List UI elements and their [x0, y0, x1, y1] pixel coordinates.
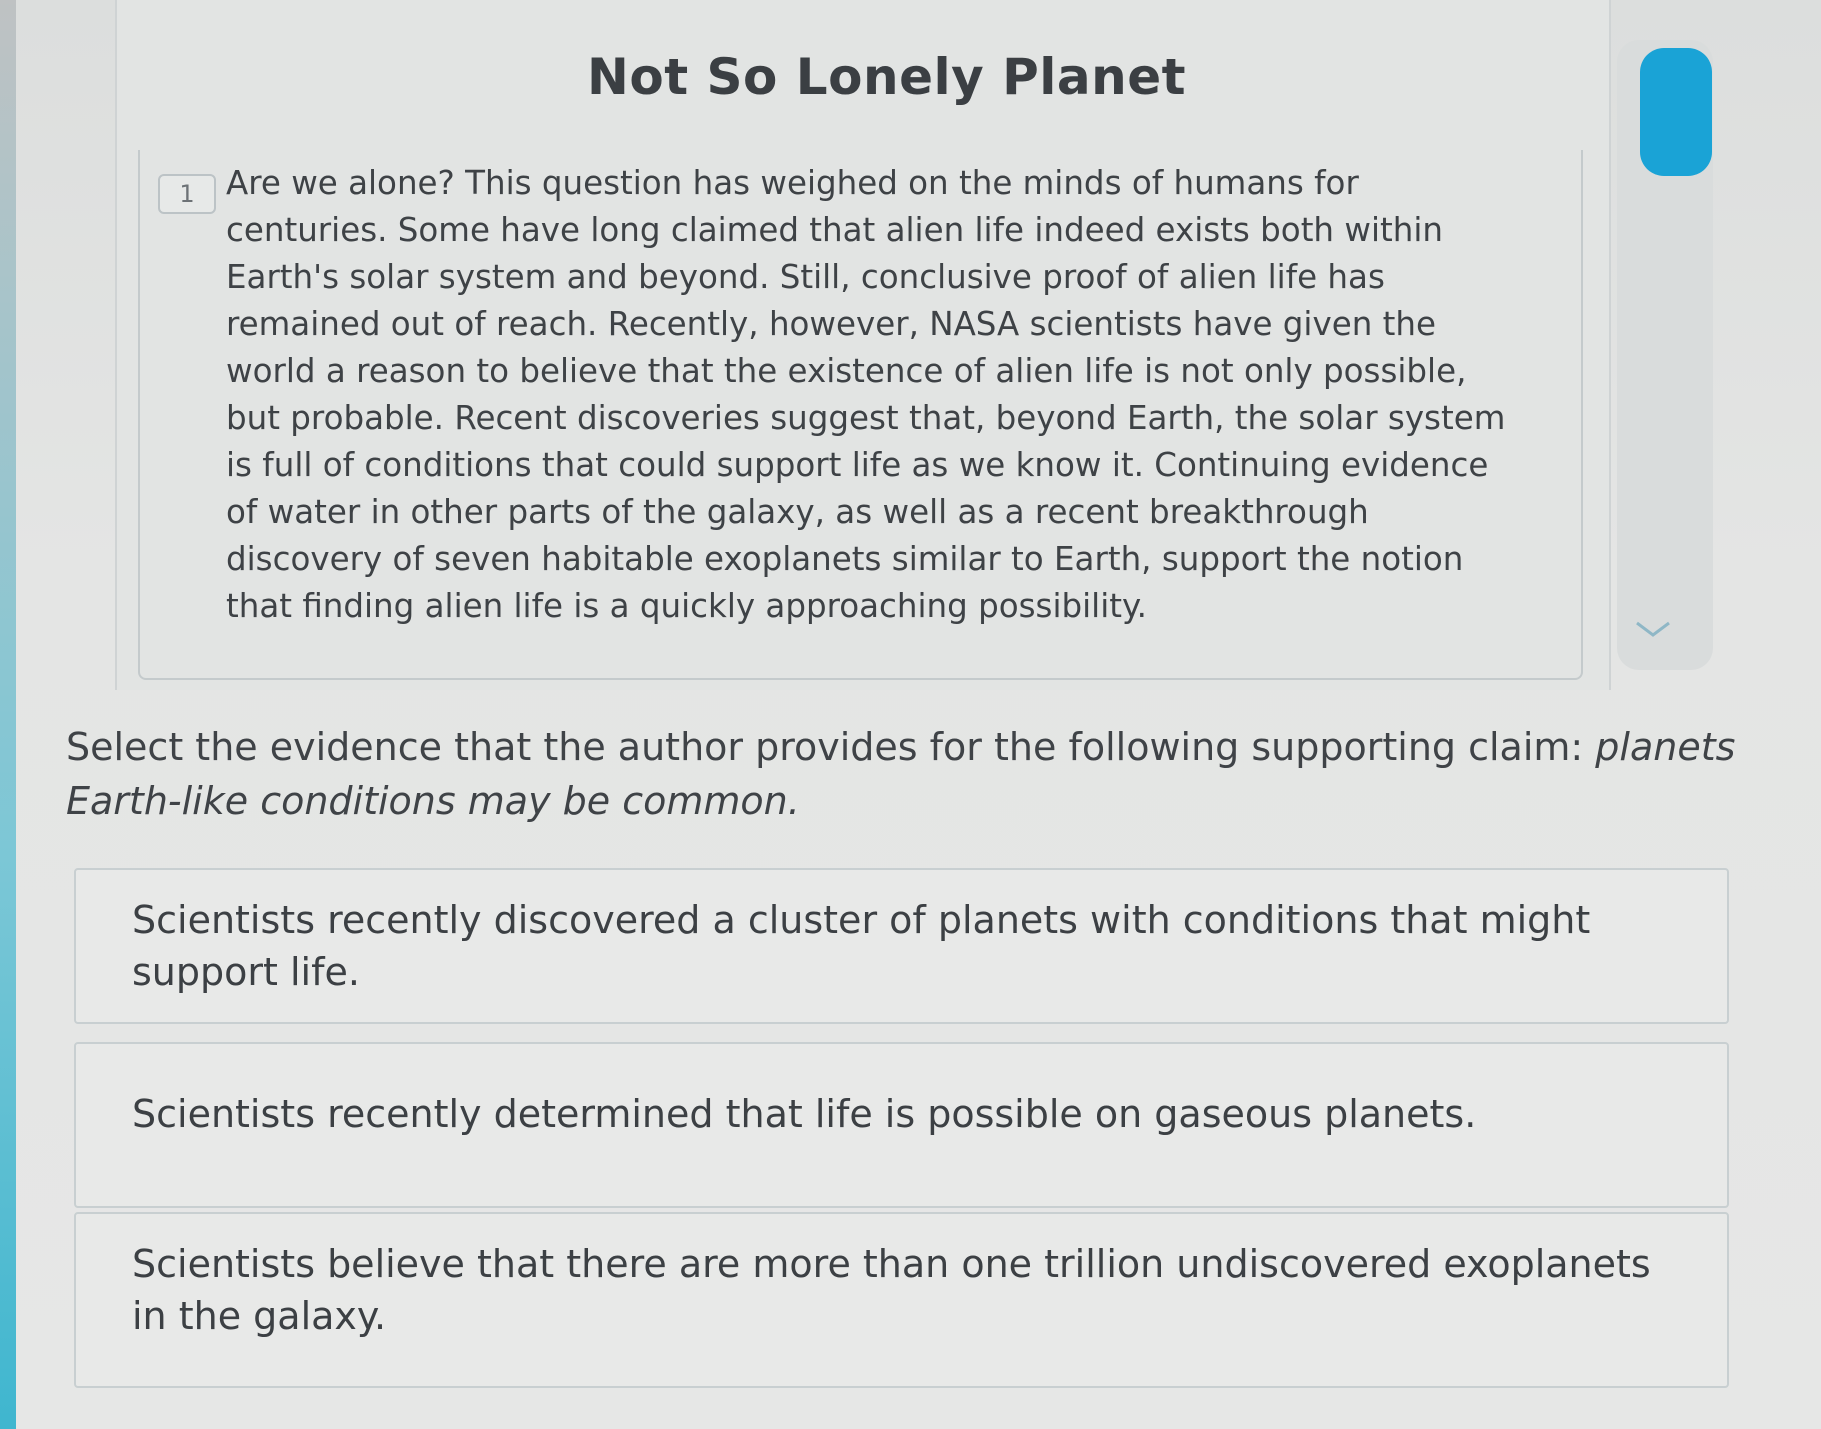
- left-edge-bar: [0, 0, 16, 1429]
- question-prompt: Select the evidence that the author prov…: [66, 720, 1821, 828]
- answer-choice-3[interactable]: Scientists believe that there are more t…: [74, 1212, 1729, 1388]
- paragraph-text: Are we alone? This question has weighed …: [226, 164, 1506, 625]
- chevron-down-icon-svg: [1636, 621, 1670, 637]
- answer-choice-text: Scientists recently determined that life…: [132, 1092, 1477, 1136]
- paragraph-number: 1: [158, 174, 216, 214]
- passage-title: Not So Lonely Planet: [587, 48, 1187, 106]
- chevron-down-icon[interactable]: [1626, 612, 1680, 652]
- question-prompt-text: Select the evidence that the author prov…: [66, 725, 1596, 769]
- answer-choice-text: Scientists believe that there are more t…: [132, 1242, 1651, 1338]
- answer-choice-1[interactable]: Scientists recently discovered a cluster…: [74, 868, 1729, 1024]
- answer-choice-2[interactable]: Scientists recently determined that life…: [74, 1042, 1729, 1208]
- paragraph-box: 1 Are we alone? This question has weighe…: [138, 150, 1583, 680]
- passage-panel: Not So Lonely Planet 1 Are we alone? Thi…: [115, 0, 1611, 690]
- answer-choice-text: Scientists recently discovered a cluster…: [132, 898, 1591, 994]
- scrollbar-thumb[interactable]: [1640, 48, 1712, 176]
